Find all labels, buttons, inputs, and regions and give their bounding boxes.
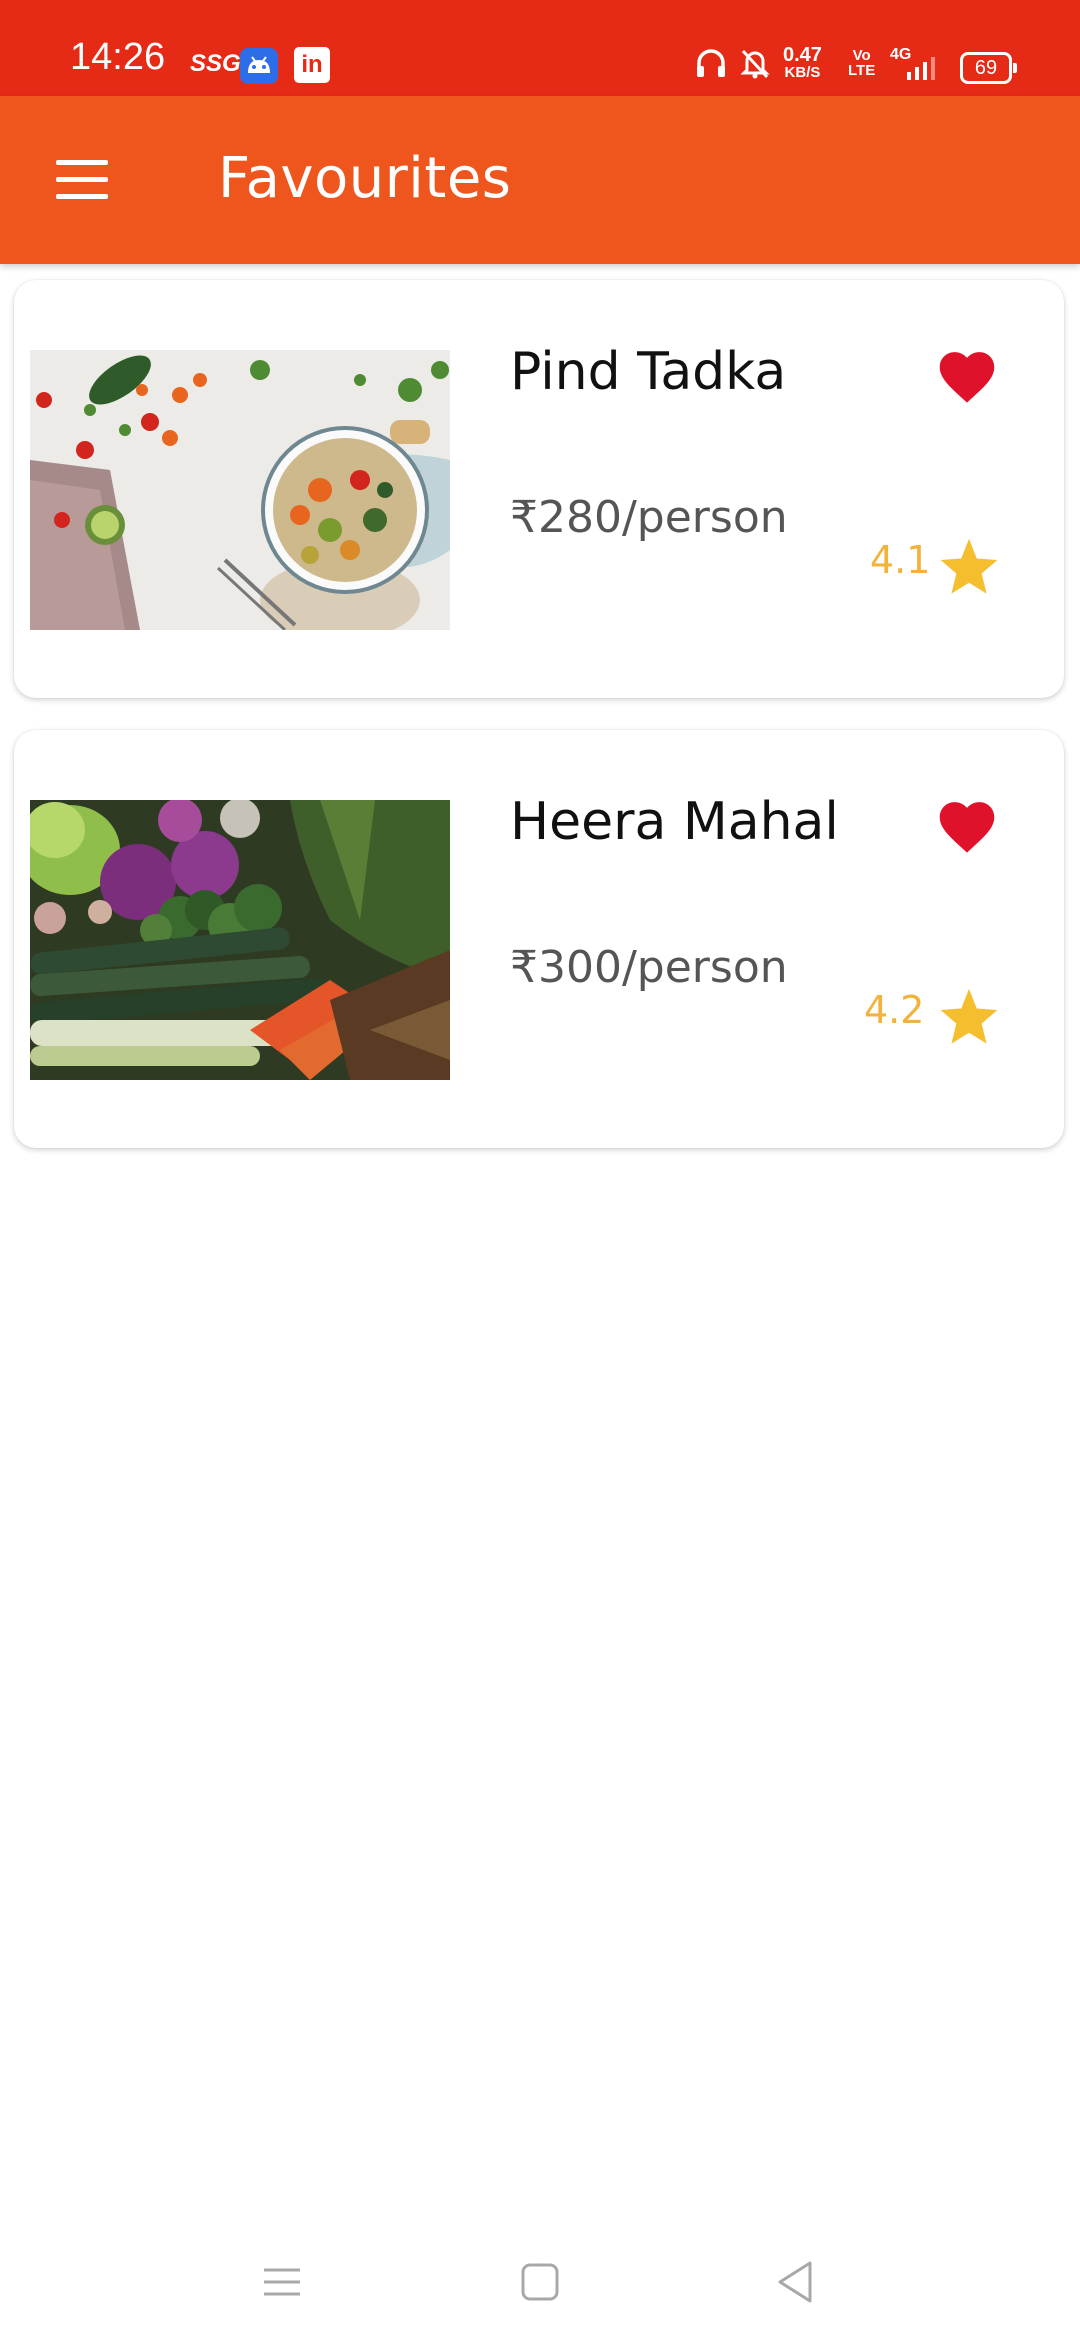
restaurant-price: ₹300/person <box>510 942 788 993</box>
volte-icon: Vo LTE <box>848 47 876 79</box>
rating-value: 4.1 <box>870 538 931 582</box>
restaurant-name: Heera Mahal <box>510 792 839 852</box>
restaurant-image <box>30 350 450 630</box>
menu-icon[interactable] <box>252 2252 312 2312</box>
app-bar: Favourites <box>0 96 1080 264</box>
battery-icon: 69 <box>960 52 1017 84</box>
network-speed: 0.47 KB/S <box>783 44 822 81</box>
restaurant-image <box>30 800 450 1080</box>
status-bar: 14:26 SSG in 0.47 KB/S Vo LTE 4G 69 <box>0 0 1080 96</box>
menu-button[interactable] <box>52 160 112 200</box>
restaurant-card[interactable]: Heera Mahal ₹300/person 4.2 <box>14 730 1064 1148</box>
status-time: 14:26 <box>70 36 166 78</box>
android-icon <box>240 48 278 84</box>
rating-value: 4.2 <box>864 988 925 1032</box>
star-icon <box>938 536 1000 596</box>
bell-off-icon <box>738 46 772 84</box>
restaurant-price: ₹280/person <box>510 492 788 543</box>
home-icon[interactable] <box>510 2252 570 2312</box>
page-title: Favourites <box>218 146 512 211</box>
system-nav-bar <box>0 2220 1080 2340</box>
favourite-heart-icon[interactable] <box>934 344 1000 404</box>
linkedin-icon: in <box>294 47 330 83</box>
ssg-icon: SSG <box>190 50 241 77</box>
star-icon <box>938 986 1000 1046</box>
favourite-heart-icon[interactable] <box>934 794 1000 854</box>
restaurant-name: Pind Tadka <box>510 342 787 402</box>
headphones-icon <box>694 46 728 84</box>
signal-icon <box>905 56 939 86</box>
restaurant-card[interactable]: Pind Tadka ₹280/person 4.1 <box>14 280 1064 698</box>
back-icon[interactable] <box>766 2252 826 2312</box>
